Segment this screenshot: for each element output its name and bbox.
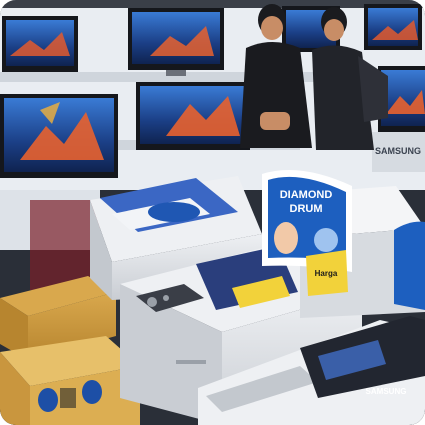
display-stand-left xyxy=(30,200,100,290)
price-tag: Harga xyxy=(306,250,348,296)
tv-upper-right-2 xyxy=(364,4,422,50)
samsung-counter: SAMSUNG xyxy=(372,132,425,172)
store-scene: SAMSUNG DIAMOND DRUM Harga SAMSUNG xyxy=(0,0,425,425)
ceiling-strip xyxy=(0,0,425,8)
photo-frame: SAMSUNG DIAMOND DRUM Harga SAMSUNG xyxy=(0,0,425,425)
tv-upper-left xyxy=(2,16,78,72)
tv-upper-center xyxy=(128,8,224,76)
promo-panel-right xyxy=(394,221,425,310)
samsung-wordmark-counter: SAMSUNG xyxy=(375,146,421,156)
tv-middle-center xyxy=(136,82,250,150)
carton-lower xyxy=(0,336,140,425)
promo-line-2: DRUM xyxy=(290,203,323,215)
promo-line-1: DIAMOND xyxy=(280,189,333,201)
tv-middle-left xyxy=(0,94,118,178)
samsung-wordmark-washer: SAMSUNG xyxy=(366,387,407,396)
price-tag-label: Harga xyxy=(315,269,338,278)
